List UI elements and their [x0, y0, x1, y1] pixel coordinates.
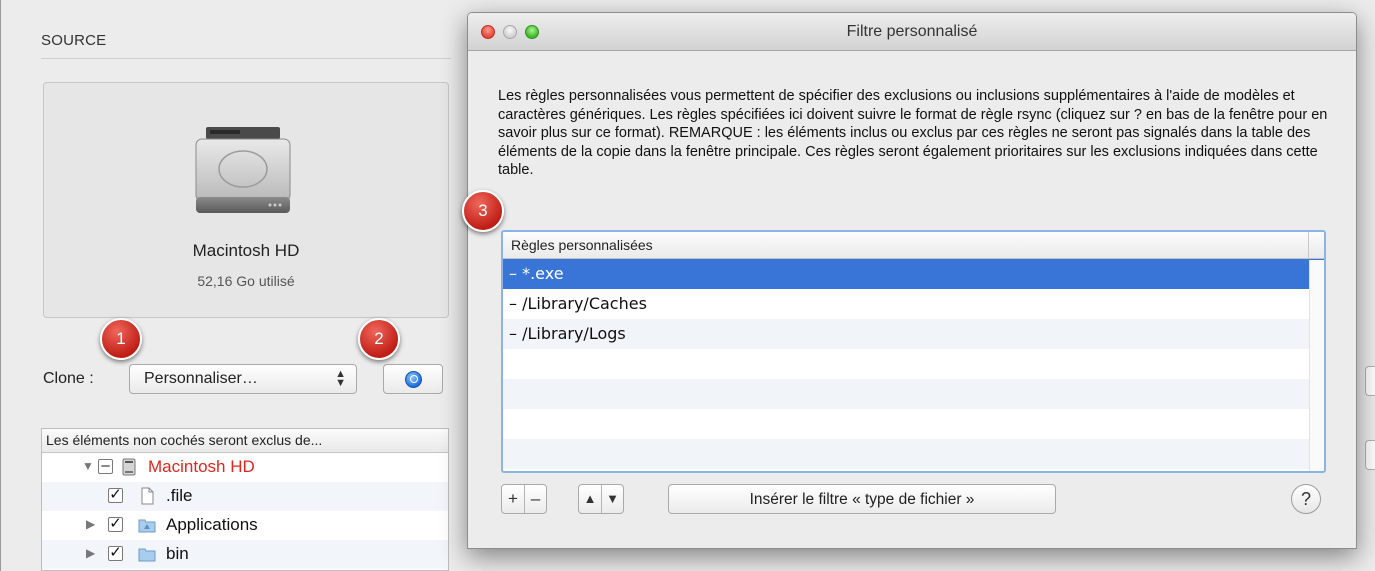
empty-row: [503, 439, 1324, 469]
hard-drive-icon: [122, 458, 136, 476]
add-rule-button[interactable]: +: [502, 485, 524, 513]
add-remove-group: + –: [501, 484, 547, 514]
select-arrows-icon: ▲ ▼: [335, 368, 346, 389]
clone-mode-value: Personnaliser…: [144, 370, 258, 387]
tree-column-header: Les éléments non cochés seront exclus de…: [42, 429, 448, 453]
tree-item-label: .file: [166, 486, 193, 505]
custom-filter-window: Filtre personnalisé Les règles personnal…: [467, 12, 1357, 549]
rule-row[interactable]: – /Library/Caches: [503, 289, 1324, 319]
help-button[interactable]: ?: [1291, 484, 1321, 514]
custom-rules-table[interactable]: Règles personnalisées – *.exe – /Library…: [501, 230, 1326, 473]
callout-badge-2: 2: [358, 318, 400, 360]
tree-item-label: Applications: [166, 515, 258, 534]
disclosure-closed-icon[interactable]: ▶: [86, 546, 95, 560]
tree-row-root[interactable]: ▼ – Macintosh HD: [42, 453, 448, 482]
item-checkbox[interactable]: ✓: [108, 516, 123, 532]
tree-item-label: bin: [166, 544, 189, 563]
divider: [41, 58, 451, 59]
disclosure-open-icon[interactable]: ▼: [82, 459, 94, 473]
tree-item-label: Macintosh HD: [148, 457, 255, 476]
source-items-tree[interactable]: Les éléments non cochés seront exclus de…: [41, 428, 449, 571]
source-disk-panel[interactable]: Macintosh HD 52,16 Go utilisé: [43, 82, 449, 318]
custom-filter-button[interactable]: [383, 364, 443, 394]
item-checkbox[interactable]: ✓: [108, 545, 123, 561]
empty-row: [503, 349, 1324, 379]
hard-drive-icon: [195, 127, 291, 213]
remove-rule-button[interactable]: –: [524, 485, 546, 513]
insert-file-type-filter-button[interactable]: Insérer le filtre « type de fichier »: [668, 484, 1056, 514]
rules-column-header[interactable]: Règles personnalisées: [503, 232, 1324, 259]
empty-row: [503, 379, 1324, 409]
destination-field-edge[interactable]: [1365, 366, 1375, 396]
disk-name: Macintosh HD: [192, 241, 300, 260]
title-bar[interactable]: Filtre personnalisé: [468, 13, 1356, 51]
callout-badge-3: 3: [462, 190, 504, 232]
tree-row[interactable]: ✓ .file: [42, 482, 448, 511]
tree-row[interactable]: ▶ ✓ Applications: [42, 511, 448, 540]
destination-field-edge[interactable]: [1365, 440, 1375, 470]
move-up-button[interactable]: ▲: [579, 485, 601, 513]
clone-label: Clone :: [43, 370, 94, 387]
window-title: Filtre personnalisé: [846, 23, 978, 40]
folder-icon: [138, 548, 156, 562]
disclosure-closed-icon[interactable]: ▶: [86, 517, 95, 531]
rule-row[interactable]: – *.exe: [503, 259, 1324, 289]
rules-scrollbar[interactable]: [1309, 260, 1324, 471]
callout-badge-1: 1: [100, 318, 142, 360]
tree-row[interactable]: ▶ ✓ bin: [42, 540, 448, 569]
clone-mode-select[interactable]: Personnaliser… ▲ ▼: [129, 364, 357, 394]
reorder-group: ▲ ▼: [578, 484, 624, 514]
source-header: SOURCE: [41, 32, 107, 49]
applications-folder-icon: [138, 519, 156, 533]
empty-row: [503, 409, 1324, 439]
root-checkbox[interactable]: –: [98, 458, 113, 474]
document-icon: [141, 487, 154, 505]
item-checkbox[interactable]: ✓: [108, 487, 123, 503]
filter-description: Les règles personnalisées vous permetten…: [498, 88, 1328, 178]
disk-usage: 52,16 Go utilisé: [197, 273, 295, 289]
move-down-button[interactable]: ▼: [601, 485, 623, 513]
magnifier-icon: [405, 371, 422, 388]
rule-row[interactable]: – /Library/Logs: [503, 319, 1324, 349]
